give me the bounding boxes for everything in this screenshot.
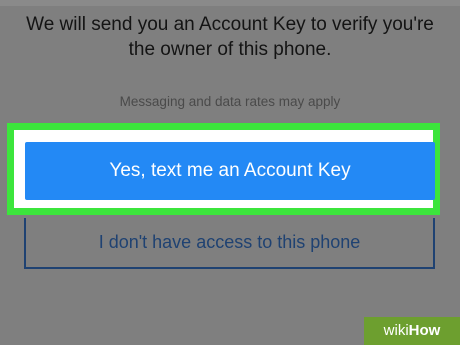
- send-account-key-button[interactable]: Yes, text me an Account Key: [25, 142, 435, 200]
- top-strip: [0, 0, 460, 6]
- rates-disclaimer: Messaging and data rates may apply: [119, 94, 341, 109]
- watermark-logo: wikiHow: [364, 317, 460, 345]
- watermark-part-wiki: wiki: [383, 322, 409, 339]
- no-access-button[interactable]: I don't have access to this phone: [24, 218, 435, 269]
- watermark-part-how: How: [408, 322, 441, 339]
- verification-message: We will send you an Account Key to verif…: [26, 14, 434, 60]
